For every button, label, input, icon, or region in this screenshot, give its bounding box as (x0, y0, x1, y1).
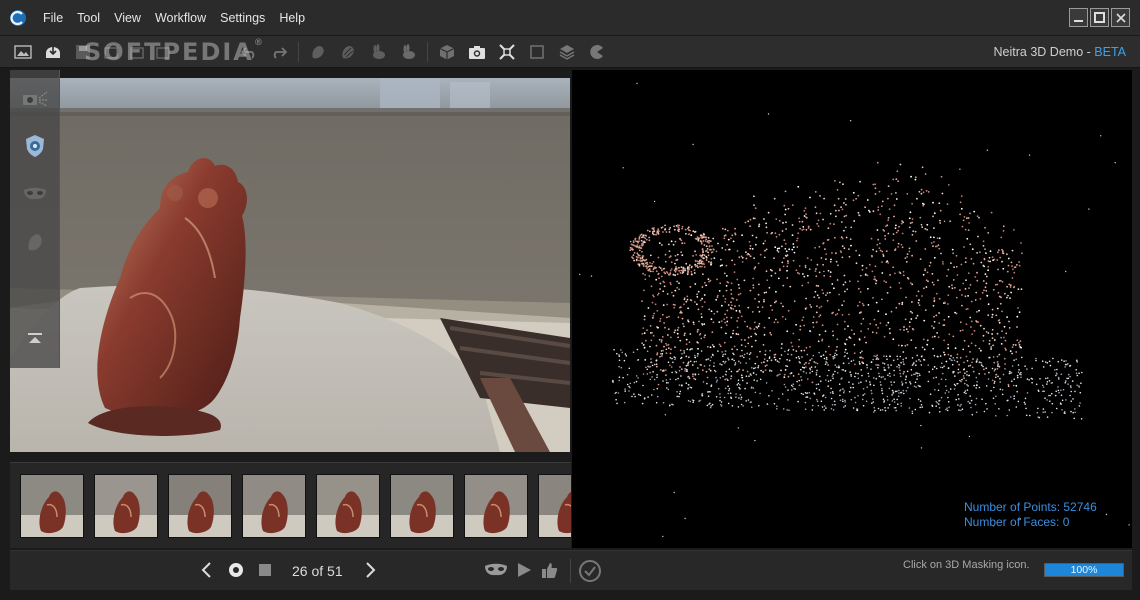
export-icon[interactable] (124, 38, 150, 66)
menu-bar: File Tool View Workflow Settings Help (36, 0, 312, 36)
stop-icon[interactable] (258, 563, 272, 580)
import-icon[interactable] (38, 38, 68, 66)
thumbnail[interactable] (94, 473, 158, 538)
toolbar-separator (427, 41, 428, 62)
mask-icon[interactable] (17, 176, 53, 212)
image-navigation: 26 of 51 (200, 551, 377, 591)
camera-path-icon[interactable] (17, 80, 53, 116)
thumbs-up-icon[interactable] (540, 561, 558, 582)
window-controls (1069, 8, 1130, 27)
side-tool-palette (10, 70, 60, 368)
menu-workflow[interactable]: Workflow (148, 0, 213, 36)
status-message: Click on 3D Masking icon. (903, 559, 1030, 571)
mask-button-icon[interactable] (484, 563, 508, 580)
cube-icon[interactable] (432, 38, 462, 66)
play-icon[interactable] (516, 562, 532, 581)
play-record-icon[interactable] (228, 562, 244, 581)
layers-icon[interactable] (552, 38, 582, 66)
minimize-button[interactable] (1069, 8, 1088, 27)
thumbnail[interactable] (168, 473, 232, 538)
object-icon[interactable] (17, 224, 53, 260)
title-bar: File Tool View Workflow Settings Help (0, 0, 1140, 36)
app-brand: Neitra 3D Demo - BETA (994, 36, 1126, 68)
image-icon[interactable] (8, 38, 38, 66)
statue-photo (10, 78, 570, 452)
thumbnail[interactable] (538, 473, 571, 538)
bottom-bar: 26 of 51 Click on 3D Masking icon. 100% (10, 550, 1132, 590)
progress-bar: 100% (1044, 563, 1124, 577)
settings-icon[interactable] (150, 38, 176, 66)
rabbit-textured-icon[interactable] (393, 38, 423, 66)
faces-count: Number of Faces: 0 (964, 515, 1070, 529)
model-mesh-icon[interactable] (333, 38, 363, 66)
camera-icon[interactable] (462, 38, 492, 66)
thumbnail[interactable] (20, 473, 84, 538)
menu-settings[interactable]: Settings (213, 0, 272, 36)
point-cloud (579, 82, 1130, 538)
fit-view-icon[interactable] (492, 38, 522, 66)
bottom-separator (570, 559, 571, 583)
model-icon[interactable] (303, 38, 333, 66)
next-button[interactable] (363, 561, 377, 582)
photo-viewer[interactable] (10, 78, 570, 452)
progress-text: 100% (1070, 564, 1098, 576)
thumbnail[interactable] (390, 473, 454, 538)
menu-tool[interactable]: Tool (70, 0, 107, 36)
open-icon[interactable] (98, 38, 124, 66)
bottom-actions (484, 551, 558, 591)
thumbnail[interactable] (316, 473, 380, 538)
image-counter: 26 of 51 (292, 563, 343, 579)
bounding-box-icon[interactable] (522, 38, 552, 66)
maximize-button[interactable] (1090, 8, 1109, 27)
redo-icon[interactable] (264, 38, 294, 66)
model-stats: Number of Points: 52746 Number of Faces:… (964, 500, 1097, 530)
thumbnail[interactable] (464, 473, 528, 538)
previous-button[interactable] (200, 561, 214, 582)
points-count: Number of Points: 52746 (964, 500, 1097, 514)
menu-view[interactable]: View (107, 0, 148, 36)
close-button[interactable] (1111, 8, 1130, 27)
menu-file[interactable]: File (36, 0, 70, 36)
toolbar: SOFTPEDIA® Neitra 3D Demo - BETA (0, 36, 1140, 68)
save-icon[interactable] (68, 38, 98, 66)
collapse-panel-icon[interactable] (17, 320, 53, 356)
pie-icon[interactable] (582, 38, 612, 66)
app-logo-icon (0, 0, 36, 36)
beta-badge: BETA (1094, 45, 1126, 59)
check-icon[interactable] (578, 559, 602, 586)
thumbnail-strip[interactable] (10, 462, 571, 548)
rabbit-icon[interactable] (363, 38, 393, 66)
menu-help[interactable]: Help (272, 0, 312, 36)
toolbar-separator (298, 41, 299, 62)
thumbnail[interactable] (242, 473, 306, 538)
point-cloud-viewport[interactable]: Number of Points: 52746 Number of Faces:… (572, 70, 1132, 548)
brand-name: Neitra 3D Demo - (993, 45, 1095, 59)
gear-shield-icon[interactable] (17, 128, 53, 164)
undo-icon[interactable] (234, 38, 264, 66)
